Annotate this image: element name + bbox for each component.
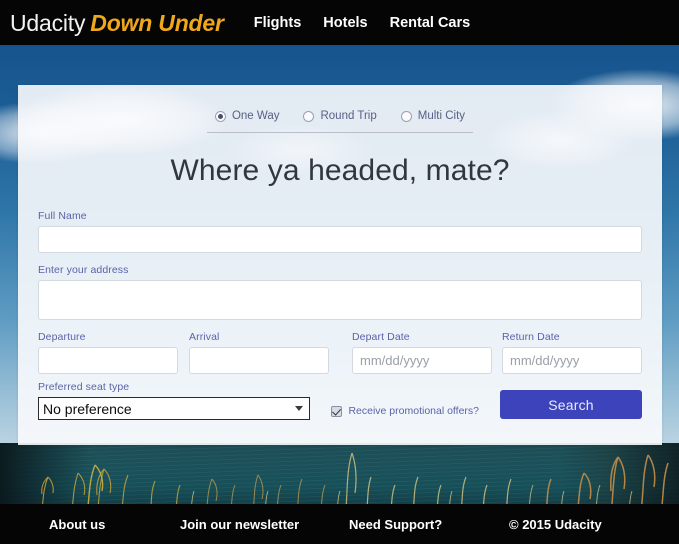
footer-link-about-us[interactable]: About us — [49, 517, 105, 532]
field-group-arrival: Arrival — [189, 331, 329, 374]
trip-type-label-one-way: One Way — [231, 110, 280, 122]
trip-type-radio-group: One Way Round Trip Multi City — [18, 85, 662, 122]
radio-one-way-icon[interactable] — [214, 110, 226, 122]
trip-type-round-trip[interactable]: Round Trip — [303, 110, 377, 122]
page-root: Udacity Down Under Flights Hotels Rental … — [0, 0, 679, 544]
search-button-wrapper: Search — [500, 390, 642, 420]
address-textarea[interactable] — [38, 280, 642, 320]
trip-type-label-round-trip: Round Trip — [320, 110, 377, 122]
top-navigation-bar: Udacity Down Under Flights Hotels Rental … — [0, 0, 679, 45]
field-group-address: Enter your address — [38, 264, 642, 320]
field-group-full-name: Full Name — [38, 210, 642, 253]
radio-multi-city-icon[interactable] — [400, 110, 412, 122]
arrival-input[interactable] — [189, 347, 329, 374]
promo-checkbox-label[interactable]: Receive promotional offers? — [348, 405, 479, 417]
field-group-seat-type: Preferred seat type No preference Window… — [38, 381, 311, 420]
trip-type-one-way[interactable]: One Way — [214, 110, 280, 122]
field-group-depart-date: Depart Date — [352, 331, 492, 374]
label-arrival: Arrival — [189, 331, 220, 343]
trip-details-row: Departure Arrival Depart Date Return Dat… — [38, 331, 642, 374]
logo-text-down-under: Down Under — [90, 9, 224, 36]
label-departure: Departure — [38, 331, 86, 343]
search-button[interactable]: Search — [500, 390, 642, 419]
label-seat-type: Preferred seat type — [38, 381, 130, 393]
departure-input[interactable] — [38, 347, 178, 374]
booking-form: Full Name Enter your address Departure A… — [18, 210, 662, 420]
preferences-row: Preferred seat type No preference Window… — [38, 381, 642, 420]
seat-type-select[interactable]: No preference Window Aisle Middle — [38, 397, 311, 420]
flight-search-panel: One Way Round Trip Multi City Where ya h… — [18, 85, 662, 445]
seat-type-select-wrapper: No preference Window Aisle Middle — [38, 397, 311, 420]
nav-link-hotels[interactable]: Hotels — [323, 15, 367, 31]
panel-divider — [207, 132, 473, 133]
return-date-input[interactable] — [502, 347, 642, 374]
logo-text-udacity: Udacity — [10, 9, 86, 36]
label-full-name: Full Name — [38, 210, 87, 222]
footer-link-newsletter[interactable]: Join our newsletter — [180, 517, 299, 532]
site-footer: About us Join our newsletter Need Suppor… — [0, 504, 679, 544]
promo-checkbox[interactable] — [331, 405, 343, 417]
field-group-return-date: Return Date — [502, 331, 642, 374]
site-logo[interactable]: Udacity Down Under — [10, 10, 224, 36]
full-name-input[interactable] — [38, 226, 642, 253]
depart-date-input[interactable] — [352, 347, 492, 374]
footer-copyright: © 2015 Udacity — [509, 516, 602, 532]
trip-type-multi-city[interactable]: Multi City — [400, 110, 466, 122]
nav-link-rental-cars[interactable]: Rental Cars — [390, 15, 471, 31]
promo-checkbox-group[interactable]: Receive promotional offers? — [331, 405, 479, 420]
label-address: Enter your address — [38, 264, 129, 276]
page-title: Where ya headed, mate? — [170, 154, 510, 187]
label-return-date: Return Date — [502, 331, 560, 343]
radio-round-trip-icon[interactable] — [303, 110, 315, 122]
field-group-departure: Departure — [38, 331, 178, 374]
footer-link-support[interactable]: Need Support? — [349, 517, 442, 532]
label-depart-date: Depart Date — [352, 331, 410, 343]
trip-type-label-multi-city: Multi City — [417, 110, 466, 122]
nav-link-flights[interactable]: Flights — [254, 15, 302, 31]
nav-links: Flights Hotels Rental Cars — [254, 15, 470, 31]
